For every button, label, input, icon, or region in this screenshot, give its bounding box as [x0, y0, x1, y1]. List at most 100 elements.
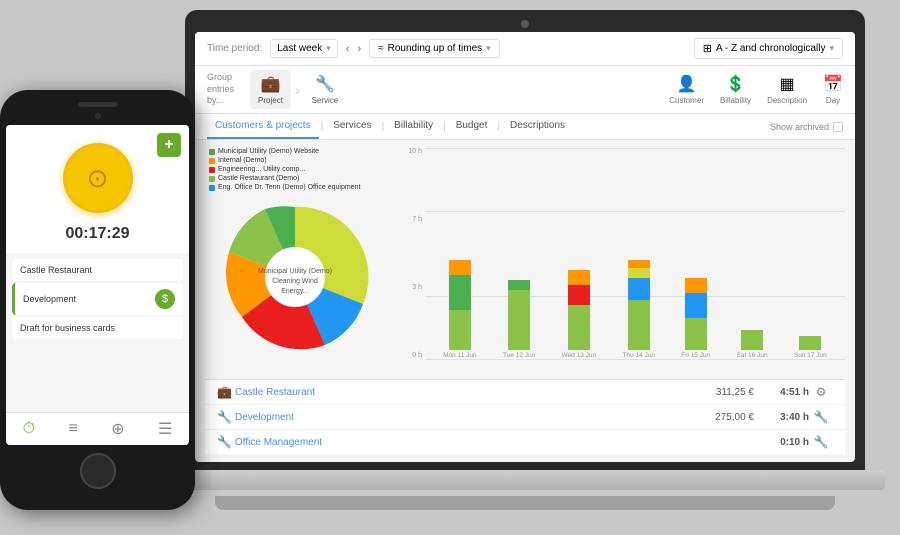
group-by-service[interactable]: 🔧 Service [304, 70, 347, 109]
phone-home-button[interactable] [80, 453, 116, 489]
phone-list: Castle Restaurant Development $ Draft fo… [6, 253, 189, 412]
castle-row-amount: 311,25 € [684, 387, 754, 398]
phone: + ⊙ 00:17:29 Castle Restaurant Developme… [0, 90, 195, 510]
sort-value: A - Z and chronologically [716, 43, 826, 54]
bar-mon: Mon 11 Jun [443, 250, 476, 359]
show-archived-label: Show archived [770, 122, 829, 132]
office-row-name[interactable]: Office Management [235, 437, 684, 448]
legend-dot-1 [209, 149, 215, 155]
project-label: Project [258, 96, 283, 105]
laptop-foot [215, 496, 835, 510]
phone-list-item-draft[interactable]: Draft for business cards [12, 317, 183, 339]
castle-row-time: 4:51 h [754, 387, 809, 398]
briefcase-icon: 💼 [261, 74, 281, 94]
phone-timer-circle: ⊙ [63, 143, 133, 213]
phone-header: + [6, 125, 189, 135]
table-row-office: 🔧 Office Management 0:10 h 🔧 [205, 430, 845, 454]
period-chevron: ▾ [326, 43, 331, 54]
dev-item-badge: $ [155, 289, 175, 309]
bar-tue-label: Tue 12 Jun [503, 352, 535, 359]
castle-row-settings[interactable]: ⚙ [809, 385, 833, 399]
phone-add-button[interactable]: + [157, 133, 181, 157]
billability-icon: 💲 [726, 74, 746, 94]
office-row-time: 0:10 h [754, 437, 809, 448]
rounding-prefix: ≈ [378, 43, 384, 54]
period-value: Last week [277, 43, 322, 54]
app-screen: Time period: Last week ▾ ‹ › ≈ Rounding … [195, 32, 855, 462]
group-by-project[interactable]: 💼 Project [250, 70, 291, 109]
tab-descriptions[interactable]: Descriptions [502, 114, 573, 139]
group-by-row: Groupentriesby... 💼 Project › 🔧 Service [195, 66, 855, 114]
table-row-dev: 🔧 Development 275,00 € 3:40 h 🔧 [205, 405, 845, 430]
customer-icon-btn[interactable]: 👤 Customer [669, 74, 704, 105]
timer-stopwatch-icon: ⊙ [87, 163, 109, 194]
nav-add-icon: ⊕ [111, 419, 124, 439]
phone-nav-list[interactable]: ≡ [69, 420, 78, 438]
dev-row-name[interactable]: Development [235, 412, 684, 423]
tab-billability[interactable]: Billability [386, 114, 441, 139]
phone-nav-timer[interactable]: ⏱ [23, 420, 35, 438]
phone-front-camera [95, 113, 101, 119]
day-icon-btn[interactable]: 📅 Day [823, 74, 843, 105]
charts-row: Municipal Utility (Demo) Website Interna… [205, 148, 845, 379]
group-icons: 💼 Project › 🔧 Service [250, 70, 346, 109]
rounding-select[interactable]: ≈ Rounding up of times ▾ [369, 39, 500, 58]
svg-text:Cleaning Wind: Cleaning Wind [272, 278, 318, 285]
y-label-10: 10 h [395, 148, 425, 155]
phone-screen: + ⊙ 00:17:29 Castle Restaurant Developme… [6, 125, 189, 445]
tab-customers-projects[interactable]: Customers & projects [207, 114, 319, 139]
show-archived-area[interactable]: Show archived [770, 122, 843, 132]
dev-item-label: Development [23, 294, 76, 304]
chart-area: Municipal Utility (Demo) Website Interna… [195, 140, 855, 462]
wrench-icon: 🔧 [315, 74, 335, 94]
period-label: Time period: [207, 43, 262, 54]
pie-legend: Municipal Utility (Demo) Website Interna… [205, 148, 385, 193]
legend-dot-5 [209, 185, 215, 191]
sort-select[interactable]: ⊞ A - Z and chronologically ▾ [694, 38, 843, 59]
bar-thu-label: Thu 14 Jun [622, 352, 655, 359]
svg-text:Municipal Utility (Demo): Municipal Utility (Demo) [258, 268, 332, 275]
tab-budget[interactable]: Budget [448, 114, 496, 139]
phone-time-display: 00:17:29 [65, 221, 129, 247]
castle-row-icon: 💼 [217, 385, 235, 399]
dev-row-settings[interactable]: 🔧 [809, 410, 833, 424]
y-label-7: 7 h [395, 216, 425, 223]
legend-dot-4 [209, 176, 215, 182]
table-row-castle: 💼 Castle Restaurant 311,25 € 4:51 h ⚙ [205, 380, 845, 405]
period-next[interactable]: › [357, 43, 361, 55]
bar-wed: Wed 13 Jun [562, 250, 597, 359]
phone-list-item-dev[interactable]: Development $ [12, 283, 183, 315]
period-select[interactable]: Last week ▾ [270, 39, 338, 58]
rounding-chevron: ▾ [486, 43, 491, 54]
description-label: Description [767, 96, 807, 105]
laptop: Time period: Last week ▾ ‹ › ≈ Rounding … [165, 10, 885, 520]
customer-label: Customer [669, 96, 704, 105]
period-prev[interactable]: ‹ [346, 43, 350, 55]
tab-services[interactable]: Services [325, 114, 379, 139]
phone-nav-add[interactable]: ⊕ [111, 419, 124, 439]
dev-row-time: 3:40 h [754, 412, 809, 423]
laptop-camera [521, 20, 529, 28]
office-row-settings[interactable]: 🔧 [809, 435, 833, 449]
billability-icon-btn[interactable]: 💲 Billability [720, 74, 751, 105]
description-icon-btn[interactable]: ▦ Description [767, 74, 807, 105]
bar-sat-label: Sat 16 Jun [737, 352, 768, 359]
phone-speaker [78, 102, 118, 107]
svg-text:Energy...: Energy... [281, 288, 309, 295]
phone-list-item-castle[interactable]: Castle Restaurant [12, 259, 183, 281]
plus-icon: + [164, 136, 173, 154]
dollar-badge-icon: $ [162, 293, 168, 305]
customer-icon: 👤 [677, 74, 697, 94]
service-label: Service [312, 96, 339, 105]
archive-checkbox[interactable] [833, 122, 843, 132]
phone-nav-menu[interactable]: ☰ [158, 419, 172, 439]
castle-row-name[interactable]: Castle Restaurant [235, 387, 684, 398]
bar-thu: Thu 14 Jun [622, 250, 655, 359]
bar-sat: Sat 16 Jun [737, 250, 768, 359]
pie-chart-svg: Municipal Utility (Demo) Cleaning Wind E… [215, 197, 375, 357]
laptop-base [165, 470, 885, 490]
day-label: Day [826, 96, 840, 105]
castle-item-label: Castle Restaurant [20, 265, 92, 275]
legend-item-3: Engineering... Utility comp... [209, 166, 385, 173]
sort-chevron: ▾ [829, 43, 834, 54]
